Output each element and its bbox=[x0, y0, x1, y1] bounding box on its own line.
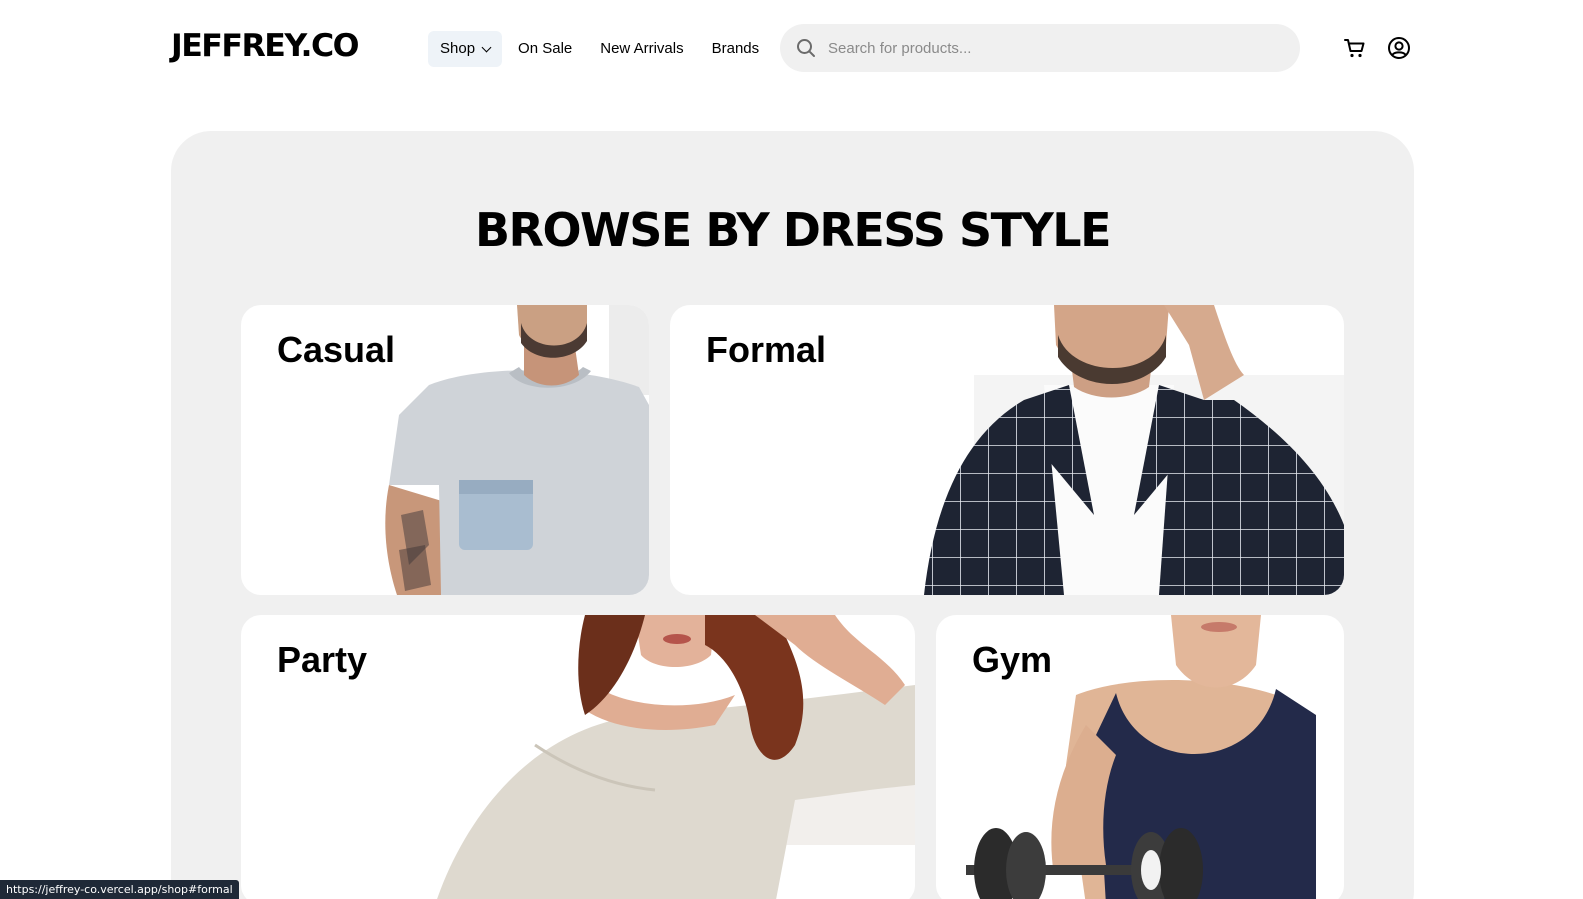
card-label-formal: Formal bbox=[706, 329, 827, 370]
dress-style-card-casual[interactable]: Casual bbox=[241, 305, 649, 595]
search-bar bbox=[780, 24, 1300, 72]
nav-shop-label: Shop bbox=[440, 40, 476, 57]
site-header: JEFFREY.CO Shop On Sale New Arrivals Bra… bbox=[0, 0, 1583, 96]
nav-on-sale[interactable]: On Sale bbox=[506, 31, 584, 67]
nav-brands[interactable]: Brands bbox=[700, 31, 772, 67]
status-bar-url: https://jeffrey-co.vercel.app/shop#forma… bbox=[0, 880, 239, 899]
dress-style-card-party[interactable]: Party bbox=[241, 615, 915, 899]
search-input[interactable] bbox=[828, 39, 1268, 57]
nav-brands-label: Brands bbox=[711, 40, 760, 57]
party-photo bbox=[437, 615, 915, 899]
casual-photo bbox=[385, 305, 649, 595]
chevron-down-icon bbox=[481, 42, 492, 53]
dress-style-card-formal[interactable]: Formal bbox=[670, 305, 1344, 595]
card-label-party: Party bbox=[277, 639, 368, 680]
nav-on-sale-label: On Sale bbox=[518, 40, 573, 57]
nav-new-arrivals-label: New Arrivals bbox=[600, 40, 684, 57]
dress-style-card-gym[interactable]: Gym bbox=[936, 615, 1344, 899]
formal-photo bbox=[924, 305, 1344, 595]
card-label-casual: Casual bbox=[277, 329, 396, 370]
cart-icon[interactable] bbox=[1343, 36, 1367, 60]
site-logo[interactable]: JEFFREY.CO bbox=[171, 28, 360, 64]
dress-style-section: BROWSE BY DRESS STYLE Casual Formal Part… bbox=[171, 131, 1414, 899]
section-title: BROWSE BY DRESS STYLE bbox=[474, 203, 1112, 257]
nav-shop[interactable]: Shop bbox=[428, 31, 503, 67]
search-icon bbox=[796, 38, 816, 58]
card-label-gym: Gym bbox=[972, 639, 1053, 680]
nav-new-arrivals[interactable]: New Arrivals bbox=[588, 31, 695, 67]
account-icon[interactable] bbox=[1387, 36, 1411, 60]
main-nav: Shop On Sale New Arrivals Brands bbox=[428, 31, 775, 67]
